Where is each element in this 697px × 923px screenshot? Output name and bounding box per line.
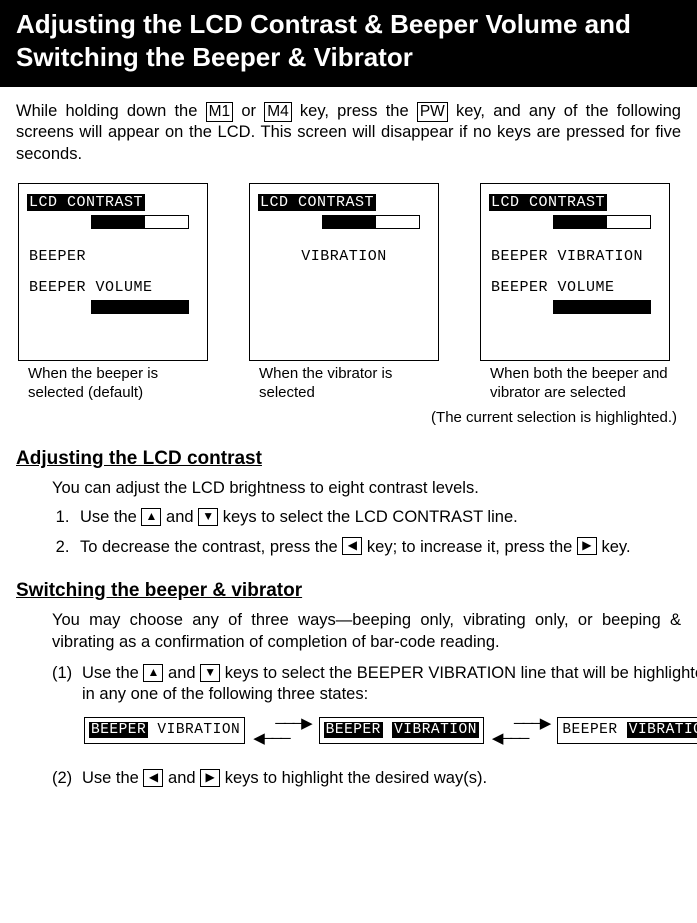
state-arrows: ───▶ ◀─── (253, 716, 310, 746)
state-both: BEEPER VIBRATION (319, 717, 484, 744)
left-key-icon: ◀ (143, 769, 163, 787)
contrast-bar (91, 215, 189, 229)
screen-line: VIBRATION (258, 248, 430, 265)
step-text: key; to increase it, press the (362, 538, 577, 556)
highlight-note: (The current selection is highlighted.) (16, 409, 681, 426)
state-plain: VIBRATION (157, 722, 240, 738)
step-text: To decrease the contrast, press the (80, 538, 342, 556)
left-key-icon: ◀ (342, 537, 362, 555)
screen-line: BEEPER VIBRATION (489, 248, 661, 265)
state-hl: BEEPER (324, 722, 383, 738)
key-pw: PW (417, 102, 448, 122)
steps-list: Use the ▲ and ▼ keys to select the LCD C… (52, 507, 681, 558)
screen-line: BEEPER (27, 248, 199, 265)
down-key-icon: ▼ (200, 664, 220, 682)
screen-both: LCD CONTRAST BEEPER VIBRATION BEEPER VOL… (480, 183, 670, 361)
step-text: Use the (82, 769, 143, 787)
step-text: and (163, 769, 200, 787)
left-arrow-icon: ◀─── (492, 731, 549, 746)
screen-beeper: LCD CONTRAST BEEPER BEEPER VOLUME (18, 183, 208, 361)
intro-paragraph: While holding down the M1 or M4 key, pre… (16, 101, 681, 165)
state-hl: VIBRATION (627, 722, 697, 738)
lcd-contrast-label: LCD CONTRAST (27, 194, 145, 211)
page-title: Adjusting the LCD Contrast & Beeper Volu… (0, 0, 697, 87)
lcd-contrast-label: LCD CONTRAST (489, 194, 607, 211)
intro-text: While holding down the (16, 102, 206, 120)
intro-text: or (233, 102, 264, 120)
state-arrows: ───▶ ◀─── (492, 716, 549, 746)
screen-caption: When the vibrator is selected (249, 365, 448, 403)
volume-bar (553, 300, 651, 314)
step-text: and (161, 508, 198, 526)
contrast-bar (322, 215, 420, 229)
state-vibration-only: BEEPER VIBRATION (557, 717, 697, 744)
step-item: To decrease the contrast, press the ◀ ke… (74, 537, 681, 558)
state-hl: BEEPER (89, 722, 148, 738)
state-beeper-only: BEEPER VIBRATION (84, 717, 245, 744)
step-item: (2) Use the ◀ and ▶ keys to highlight th… (52, 768, 681, 789)
volume-bar (91, 300, 189, 314)
lcd-contrast-label: LCD CONTRAST (258, 194, 376, 211)
screen-line: BEEPER VOLUME (27, 279, 199, 296)
right-key-icon: ▶ (200, 769, 220, 787)
step-item: (1) Use the ▲ and ▼ keys to select the B… (52, 663, 681, 760)
screen-vibration: LCD CONTRAST VIBRATION (249, 183, 439, 361)
screen-caption: When both the beeper and vibrator are se… (480, 365, 679, 403)
state-plain: BEEPER (562, 722, 617, 738)
intro-text: key, press the (292, 102, 417, 120)
step-text: keys to highlight the desired way(s). (220, 769, 487, 787)
state-diagram: BEEPER VIBRATION ───▶ ◀─── BEEPER VIBRAT… (82, 716, 697, 746)
step-number: (1) (52, 663, 82, 760)
contrast-bar (553, 215, 651, 229)
screen-caption: When the beeper is selected (default) (18, 365, 217, 403)
screen-line: BEEPER VOLUME (489, 279, 661, 296)
step-number: (2) (52, 768, 82, 789)
right-arrow-icon: ───▶ (492, 716, 549, 731)
down-key-icon: ▼ (198, 508, 218, 526)
up-key-icon: ▲ (141, 508, 161, 526)
up-key-icon: ▲ (143, 664, 163, 682)
left-arrow-icon: ◀─── (253, 731, 310, 746)
right-key-icon: ▶ (577, 537, 597, 555)
step-text: and (163, 664, 200, 682)
step-text: keys to select the LCD CONTRAST line. (218, 508, 518, 526)
screen-examples: LCD CONTRAST BEEPER BEEPER VOLUME When t… (16, 183, 681, 403)
key-m1: M1 (206, 102, 234, 122)
step-text: Use the (80, 508, 141, 526)
section-heading-contrast: Adjusting the LCD contrast (16, 448, 681, 470)
key-m4: M4 (264, 102, 292, 122)
step-item: Use the ▲ and ▼ keys to select the LCD C… (74, 507, 681, 528)
section-text: You may choose any of three ways—beeping… (52, 610, 681, 653)
section-text: You can adjust the LCD brightness to eig… (52, 478, 681, 499)
step-text: Use the (82, 664, 143, 682)
state-hl: VIBRATION (392, 722, 479, 738)
section-heading-switching: Switching the beeper & vibrator (16, 580, 681, 602)
step-text: key. (597, 538, 631, 556)
right-arrow-icon: ───▶ (253, 716, 310, 731)
